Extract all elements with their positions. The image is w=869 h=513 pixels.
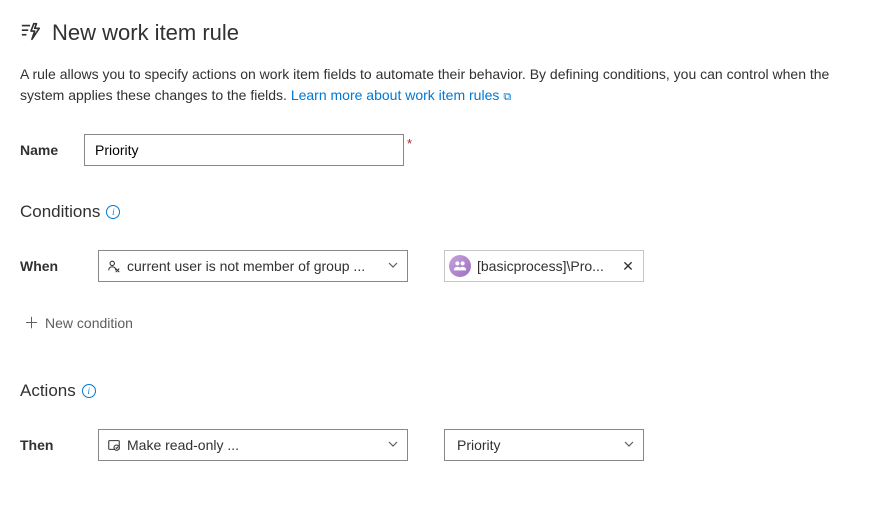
when-label: When: [20, 258, 62, 274]
chevron-down-icon: [387, 437, 399, 453]
rule-bolt-icon: [20, 21, 42, 46]
action-field-dropdown[interactable]: Priority: [444, 429, 644, 461]
info-icon[interactable]: i: [82, 384, 96, 398]
conditions-title: Conditions: [20, 202, 100, 222]
learn-more-link[interactable]: Learn more about work item rules⧉: [291, 87, 511, 103]
chevron-down-icon: [387, 258, 399, 274]
actions-title: Actions: [20, 381, 76, 401]
readonly-icon: [107, 438, 121, 452]
clear-group-button[interactable]: ✕: [617, 255, 639, 277]
condition-dropdown-text: current user is not member of group ...: [127, 258, 379, 274]
chevron-down-icon: [623, 437, 635, 453]
group-avatar-icon: [449, 255, 471, 277]
page-header: New work item rule: [20, 20, 849, 46]
info-icon[interactable]: i: [106, 205, 120, 219]
add-condition-label: New condition: [45, 315, 133, 331]
name-input[interactable]: [84, 134, 404, 166]
required-indicator: *: [407, 136, 412, 151]
conditions-header: Conditions i: [20, 202, 849, 222]
add-condition-button[interactable]: ＋ New condition: [24, 312, 849, 333]
then-label: Then: [20, 437, 62, 453]
plus-icon: ＋: [24, 312, 39, 333]
group-name-text: [basicprocess]\Pro...: [477, 258, 617, 274]
action-type-dropdown[interactable]: Make read-only ...: [98, 429, 408, 461]
page-title: New work item rule: [52, 20, 239, 46]
action-field-text: Priority: [457, 437, 615, 453]
action-dropdown-text: Make read-only ...: [127, 437, 379, 453]
name-label: Name: [20, 142, 84, 158]
condition-row: When current user is not member of group…: [20, 250, 849, 282]
name-row: Name *: [20, 134, 849, 166]
actions-header: Actions i: [20, 381, 849, 401]
action-row: Then Make read-only ... Priority: [20, 429, 849, 461]
condition-type-dropdown[interactable]: current user is not member of group ...: [98, 250, 408, 282]
group-chip[interactable]: [basicprocess]\Pro... ✕: [444, 250, 644, 282]
external-link-icon: ⧉: [503, 91, 511, 103]
user-not-member-icon: [107, 259, 121, 273]
page-description: A rule allows you to specify actions on …: [20, 64, 849, 106]
